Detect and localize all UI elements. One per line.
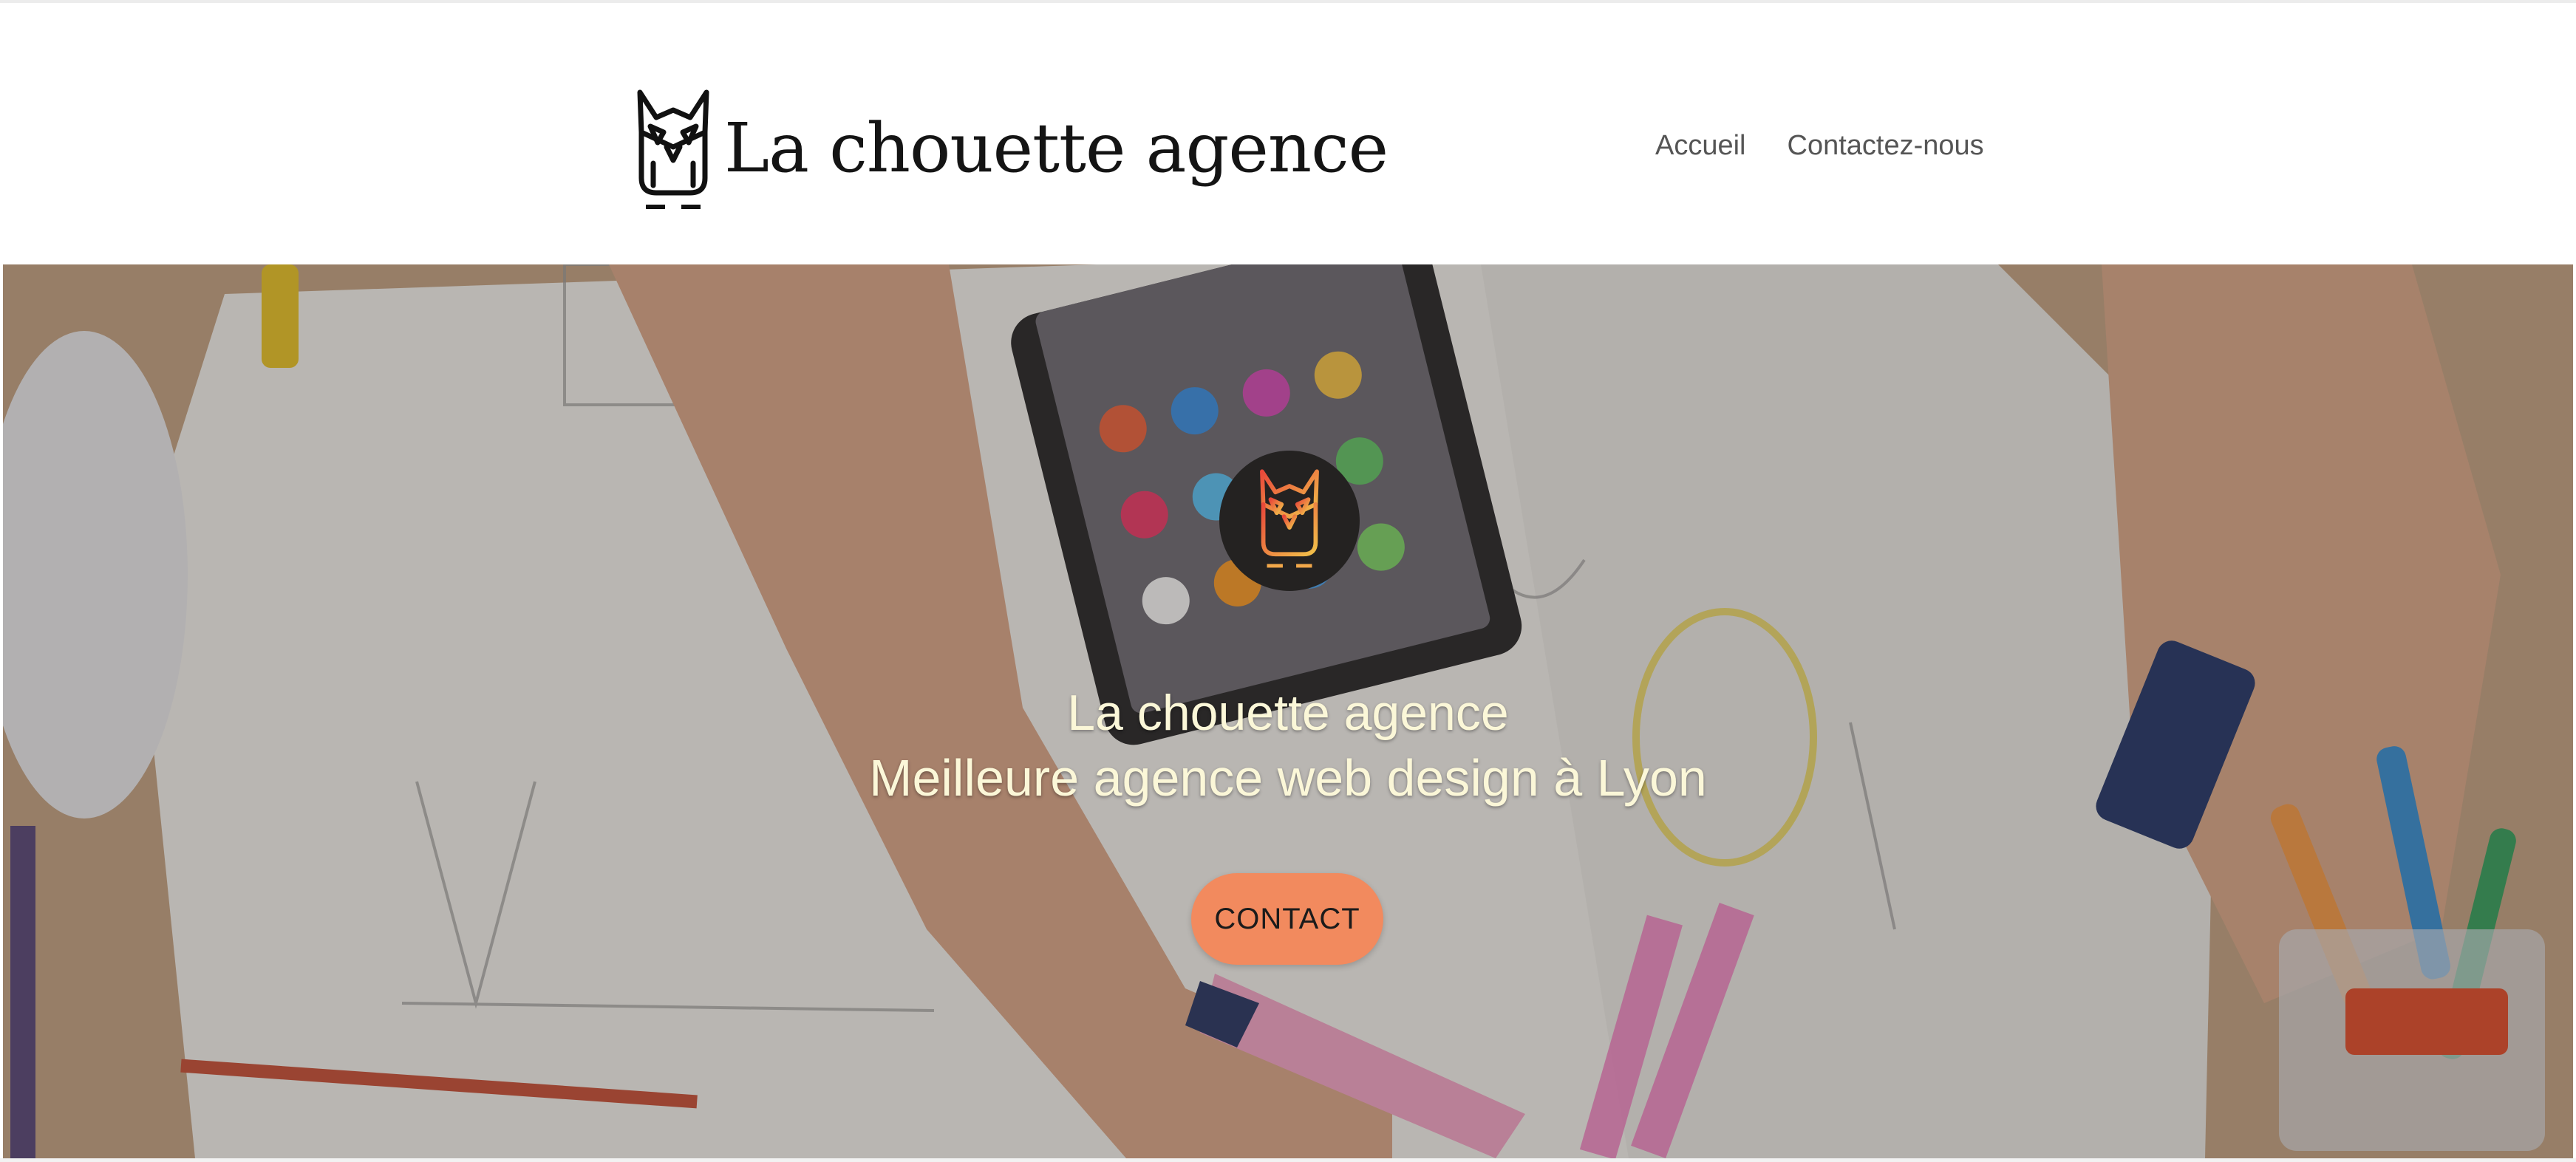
hero-subtitle: Meilleure agence web design à Lyon xyxy=(869,749,1707,807)
brand-name: La chouette agence xyxy=(724,109,1388,188)
nav-link-accueil[interactable]: Accueil xyxy=(1655,130,1746,162)
bottom-border xyxy=(0,1158,2576,1162)
owl-badge-icon xyxy=(1260,469,1319,568)
hero-title: La chouette agence xyxy=(1067,685,1509,741)
main-nav: Accueil Contactez-nous xyxy=(1655,130,1984,162)
hero-section: La chouette agence Meilleure agence web … xyxy=(3,264,2573,1158)
nav-link-contactez-nous[interactable]: Contactez-nous xyxy=(1788,130,1984,162)
hero-badge xyxy=(1219,451,1360,591)
owl-logo-icon xyxy=(637,89,709,209)
site-header: La chouette agence Accueil Contactez-nou… xyxy=(0,3,2576,264)
brand-home-link[interactable]: La chouette agence xyxy=(634,86,1388,219)
contact-button[interactable]: CONTACT xyxy=(1191,873,1383,965)
